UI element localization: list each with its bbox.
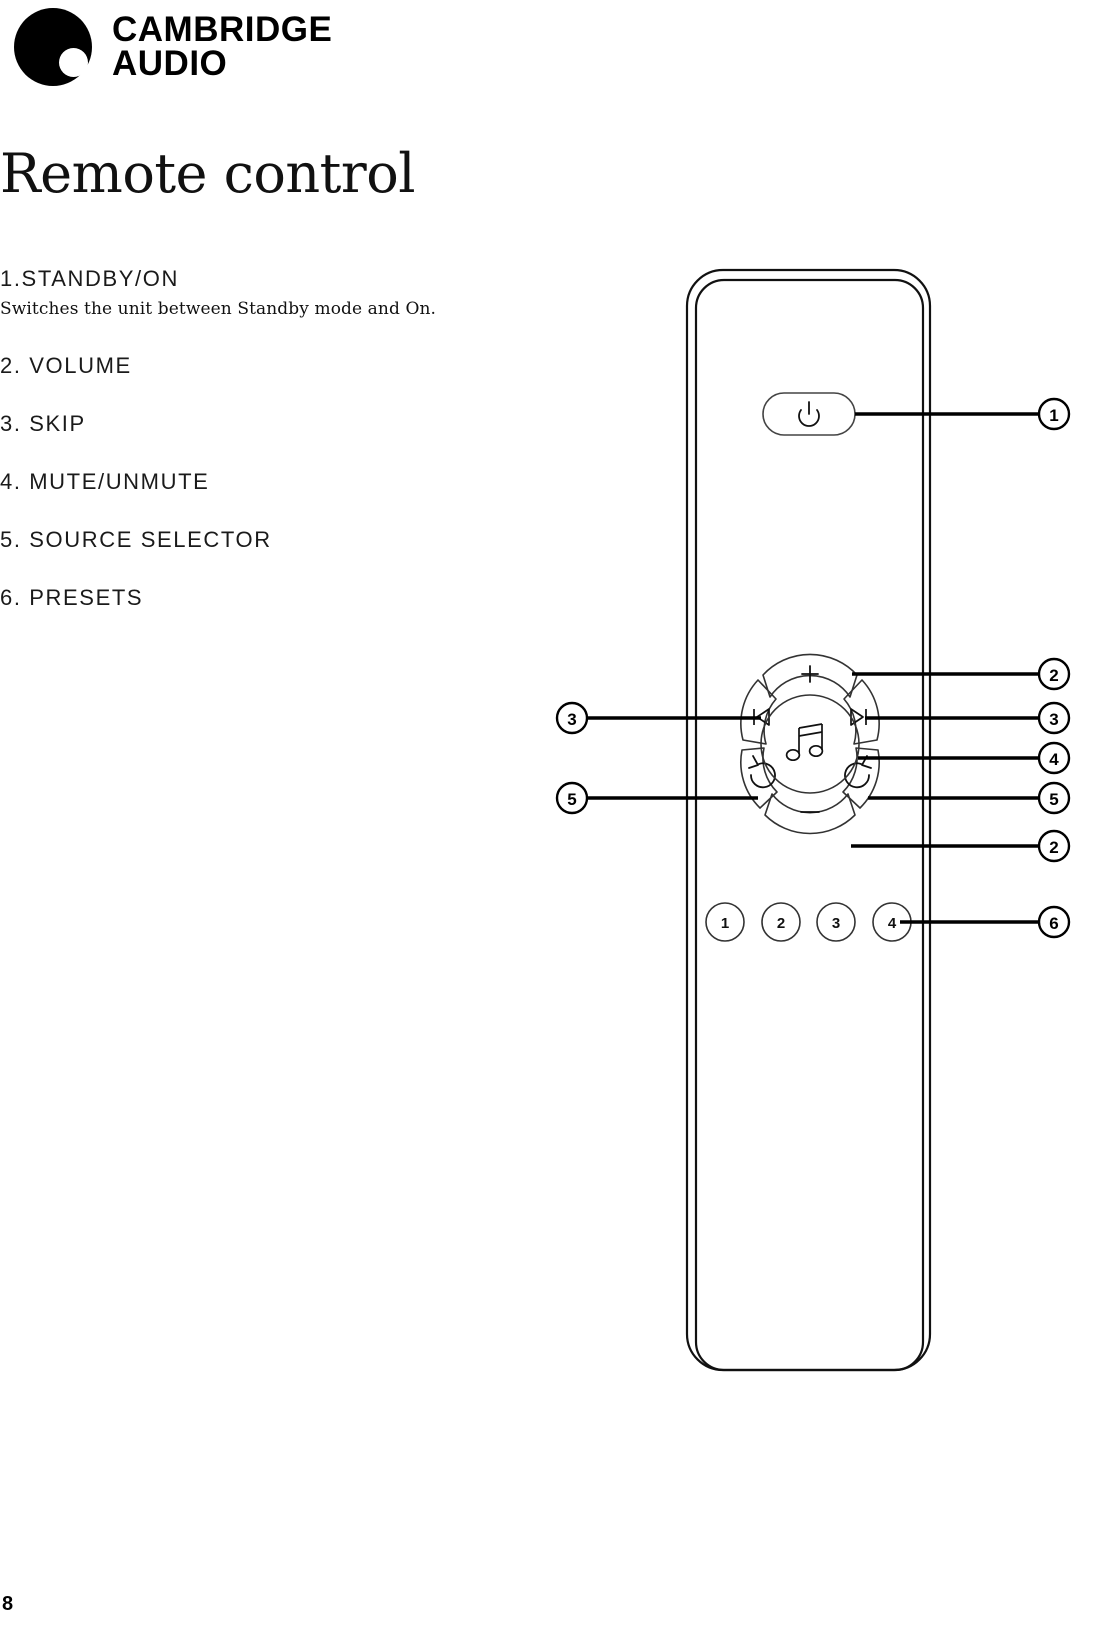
callout-bubble-2-bottom: 2	[1037, 829, 1071, 863]
skip-back-button	[740, 679, 777, 745]
callout-bubble-3-left: 3	[555, 701, 589, 735]
volume-down-button	[764, 793, 856, 835]
mute-unmute-rotate-icon	[748, 755, 776, 789]
preset-button-4-label: 4	[888, 915, 897, 932]
preset-button-2-label: 2	[777, 915, 785, 932]
brand-wordmark: CAMBRIDGE AUDIO	[112, 9, 333, 83]
source-selector-rotate-icon	[844, 755, 872, 789]
legend-item-6-heading: 6. PRESETS	[0, 585, 144, 611]
power-button	[762, 392, 856, 436]
control-ring	[740, 653, 880, 835]
callout-bubble-5-right-label: 5	[1049, 790, 1058, 809]
center-music-button	[760, 694, 860, 794]
power-standby-icon	[798, 401, 820, 427]
remote-body-inner-outline	[694, 278, 925, 1372]
page-number: 8	[2, 1593, 14, 1615]
legend-item-2: 2. VOLUME	[0, 355, 520, 377]
preset-button-1-label: 1	[721, 915, 729, 932]
preset-buttons-row: 1 2 3 4	[705, 902, 912, 942]
page-title: Remote control	[0, 142, 415, 205]
legend-item-3-heading: 3. SKIP	[0, 411, 86, 437]
callout-bubble-1: 1	[1037, 397, 1071, 431]
logo-hole-shape	[59, 48, 88, 77]
volume-up-button	[762, 653, 858, 698]
callout-bubble-6: 6	[1037, 905, 1071, 939]
callout-bubble-2-bottom-label: 2	[1049, 838, 1058, 857]
legend-item-5: 5. SOURCE SELECTOR	[0, 529, 520, 551]
brand-line-2: AUDIO	[112, 44, 228, 83]
callout-bubble-3-right: 3	[1037, 701, 1071, 735]
callout-bubble-5-left-label: 5	[567, 790, 576, 809]
legend-item-1-heading: 1.STANDBY/ON	[0, 266, 179, 291]
brand-line-1: CAMBRIDGE	[112, 9, 333, 49]
skip-forward-button	[843, 679, 880, 745]
callout-bubble-1-label: 1	[1049, 406, 1058, 425]
legend-item-4: 4. MUTE/UNMUTE	[0, 471, 520, 493]
callout-bubble-2-top-label: 2	[1049, 666, 1058, 685]
callout-bubble-4: 4	[1037, 741, 1071, 775]
callout-bubble-5-right: 5	[1037, 781, 1071, 815]
legend-item-5-heading: 5. SOURCE SELECTOR	[0, 527, 272, 553]
preset-button-1: 1	[705, 902, 745, 942]
legend-item-1-description: Switches the unit between Standby mode a…	[0, 299, 437, 319]
legend-item-4-heading: 4. MUTE/UNMUTE	[0, 469, 210, 495]
remote-legend-list: 1.STANDBY/ON Switches the unit between S…	[0, 268, 520, 609]
callout-bubble-3-right-label: 3	[1049, 710, 1058, 729]
legend-item-3: 3. SKIP	[0, 413, 520, 435]
preset-button-3: 3	[816, 902, 856, 942]
callout-bubble-3-left-label: 3	[567, 710, 576, 729]
music-note-icon	[785, 723, 824, 762]
legend-item-6: 6. PRESETS	[0, 587, 520, 609]
cambridge-audio-disc-logo-icon	[14, 8, 92, 86]
legend-item-1: 1.STANDBY/ON Switches the unit between S…	[0, 266, 520, 320]
callout-bubble-6-label: 6	[1049, 914, 1058, 933]
callout-bubble-2-top: 2	[1037, 657, 1071, 691]
preset-button-2: 2	[761, 902, 801, 942]
remote-control-diagram: 1 2 3 4 1 2 3 4 5 2 6 3 5	[520, 250, 1106, 1400]
legend-item-2-heading: 2. VOLUME	[0, 353, 132, 379]
callout-bubble-5-left: 5	[555, 781, 589, 815]
brand-logo: CAMBRIDGE AUDIO	[14, 8, 332, 86]
callout-bubble-4-label: 4	[1049, 750, 1059, 769]
preset-button-3-label: 3	[832, 915, 840, 932]
